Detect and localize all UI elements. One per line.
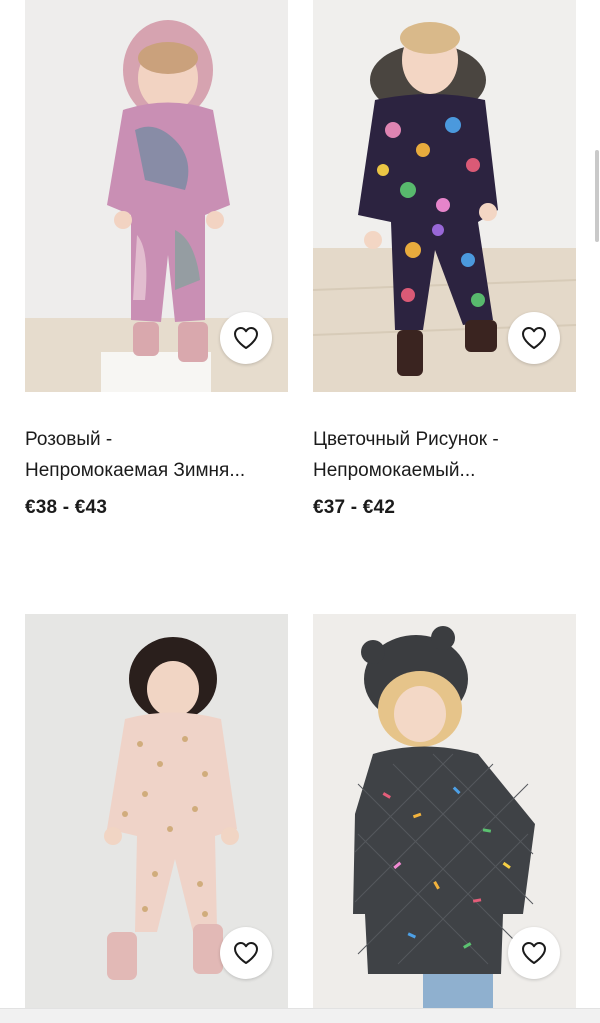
bottom-bar — [0, 1008, 600, 1023]
product-title[interactable]: Розовый - Непромокаемая Зимня... — [25, 424, 288, 486]
product-image[interactable] — [313, 614, 576, 1009]
heart-outline-icon — [234, 327, 258, 349]
product-card[interactable]: Цветочный Рисунок - Непромокаемый... €37… — [313, 0, 576, 519]
heart-outline-icon — [522, 327, 546, 349]
product-card[interactable] — [25, 614, 288, 1009]
product-title[interactable]: Цветочный Рисунок - Непромокаемый... — [313, 424, 576, 486]
heart-outline-icon — [234, 942, 258, 964]
product-grid: Розовый - Непромокаемая Зимня... €38 - €… — [0, 0, 600, 1023]
product-card[interactable] — [313, 614, 576, 1009]
favorite-button[interactable] — [220, 312, 272, 364]
product-image[interactable] — [313, 0, 576, 392]
favorite-button[interactable] — [508, 312, 560, 364]
product-price: €37 - €42 — [313, 497, 396, 518]
favorite-button[interactable] — [508, 927, 560, 979]
product-title-line[interactable]: Розовый - — [25, 424, 288, 455]
product-title-line[interactable]: Непромокаемая Зимня... — [25, 455, 288, 486]
product-image[interactable] — [25, 614, 288, 1009]
favorite-button[interactable] — [220, 927, 272, 979]
scrollbar[interactable] — [595, 150, 599, 242]
heart-outline-icon — [522, 942, 546, 964]
product-card[interactable]: Розовый - Непромокаемая Зимня... €38 - €… — [25, 0, 288, 519]
product-image[interactable] — [25, 0, 288, 392]
product-title-line[interactable]: Непромокаемый... — [313, 455, 576, 486]
product-price: €38 - €43 — [25, 497, 108, 518]
product-title-line[interactable]: Цветочный Рисунок - — [313, 424, 576, 455]
